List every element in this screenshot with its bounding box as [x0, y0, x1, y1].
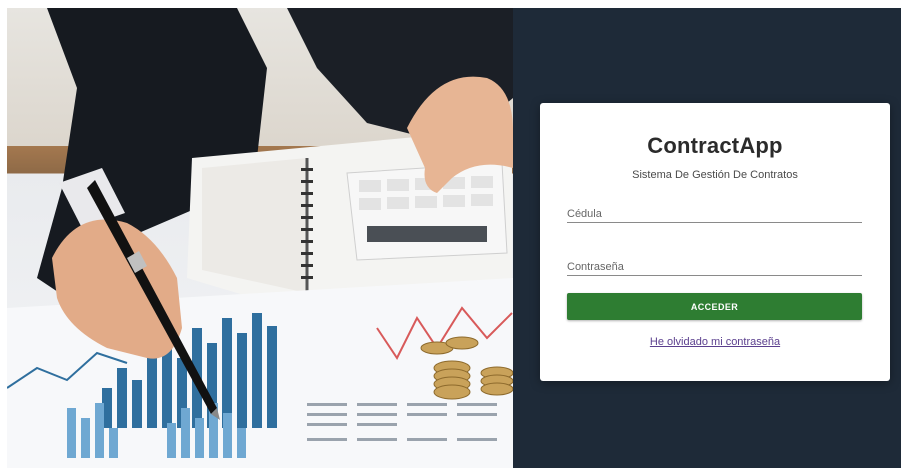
- hero-image: [7, 8, 513, 468]
- forgot-password-link[interactable]: He olvidado mi contraseña: [540, 336, 890, 348]
- app-title: ContractApp: [647, 133, 783, 158]
- app-subtitle: Sistema De Gestión De Contratos: [632, 169, 798, 181]
- password-field[interactable]: [567, 253, 862, 276]
- login-card: ContractApp Sistema De Gestión De Contra…: [540, 103, 890, 381]
- password-input[interactable]: [567, 261, 862, 273]
- hero-illustration: [7, 8, 513, 468]
- id-field[interactable]: [567, 200, 862, 223]
- login-panel: ContractApp Sistema De Gestión De Contra…: [513, 8, 901, 468]
- login-button[interactable]: ACCEDER: [567, 293, 862, 320]
- id-input[interactable]: [567, 208, 862, 220]
- login-page: ContractApp Sistema De Gestión De Contra…: [7, 8, 901, 468]
